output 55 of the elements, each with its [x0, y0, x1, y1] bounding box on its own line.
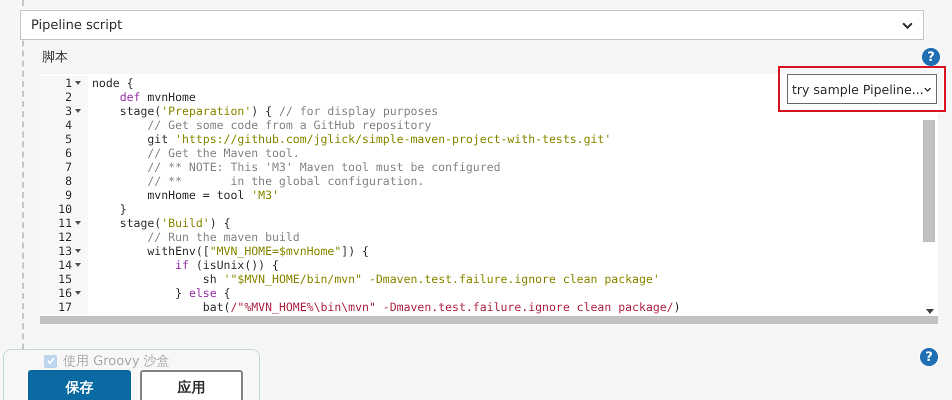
line-number: 14: [57, 258, 72, 272]
line-number: 7: [64, 160, 72, 174]
line-number: 1: [64, 76, 72, 90]
code-line: node {: [91, 76, 134, 90]
code-line: sh '"$MVN_HOME/bin/mvn" -Dmaven.test.failure.ignore clean package': [202, 272, 660, 286]
fold-icon[interactable]: [75, 291, 81, 295]
chevron-icon: [902, 22, 913, 28]
code-line: // Get the Maven tool.: [146, 146, 300, 160]
code-line: }: [118, 202, 127, 216]
line-number: 13: [57, 244, 72, 258]
code-line: stage('Build') {: [118, 216, 230, 230]
fold-icon[interactable]: [75, 109, 81, 113]
code-line: mvnHome = tool 'M3': [146, 188, 279, 202]
line-number: 10: [57, 202, 72, 216]
line-number: 2: [64, 90, 72, 104]
line-number: 11: [57, 216, 72, 230]
code-editor[interactable]: [40, 74, 938, 324]
code-line: bat(/"%MVN_HOME%\bin\mvn" -Dmaven.test.failure.ignore clean package/): [202, 300, 681, 314]
code-line: stage('Preparation') { // for display purposes: [118, 104, 438, 118]
line-number: 4: [64, 118, 72, 132]
fold-icon[interactable]: [75, 249, 81, 253]
line-number: 6: [64, 146, 72, 160]
code-line: // ** NOTE: This 'M3' Maven tool must be configured: [146, 160, 500, 174]
fold-icon[interactable]: [75, 221, 81, 225]
code-line: if (isUnix()) {: [174, 258, 279, 272]
line-number: 16: [57, 286, 72, 300]
save-button[interactable]: 保存: [28, 370, 131, 400]
fold-icon[interactable]: [75, 81, 81, 85]
code-line: } else {: [174, 286, 230, 300]
code-line: withEnv(["MVN_HOME=$mvnHome"]) {: [146, 244, 369, 258]
scrollbar-thumb[interactable]: [923, 120, 935, 242]
help-icon[interactable]: ?: [922, 48, 940, 66]
line-number: 5: [64, 132, 72, 146]
line-number: 9: [64, 188, 72, 202]
sample-select[interactable]: try sample Pipeline...: [787, 74, 937, 104]
line-number: 17: [57, 300, 72, 314]
checkbox-label: 使用 Groovy 沙盒: [63, 353, 170, 370]
apply-button[interactable]: 应用: [140, 370, 243, 400]
script-label: 脚本: [42, 49, 68, 66]
checkbox[interactable]: [44, 354, 57, 368]
line-number: 12: [57, 230, 72, 244]
code-line: // ** in the global configuration.: [146, 174, 424, 188]
chevron-icon: [924, 86, 931, 92]
scroll-down-icon[interactable]: [926, 309, 934, 314]
help-icon[interactable]: ?: [920, 348, 938, 366]
fold-icon[interactable]: [75, 263, 81, 267]
line-number: 8: [64, 174, 72, 188]
line-number: 15: [57, 272, 72, 286]
code-line: def mvnHome: [118, 90, 196, 104]
code-line: git 'https://github.com/jglick/simple-maven-project-with-tests.git': [146, 132, 612, 146]
code-line: // Run the maven build: [146, 230, 300, 244]
definition-select[interactable]: Pipeline script: [20, 10, 924, 40]
code-line: // Get some code from a GitHub repository: [146, 118, 432, 132]
checkmark-icon: [46, 356, 56, 366]
line-number: 3: [64, 104, 72, 118]
